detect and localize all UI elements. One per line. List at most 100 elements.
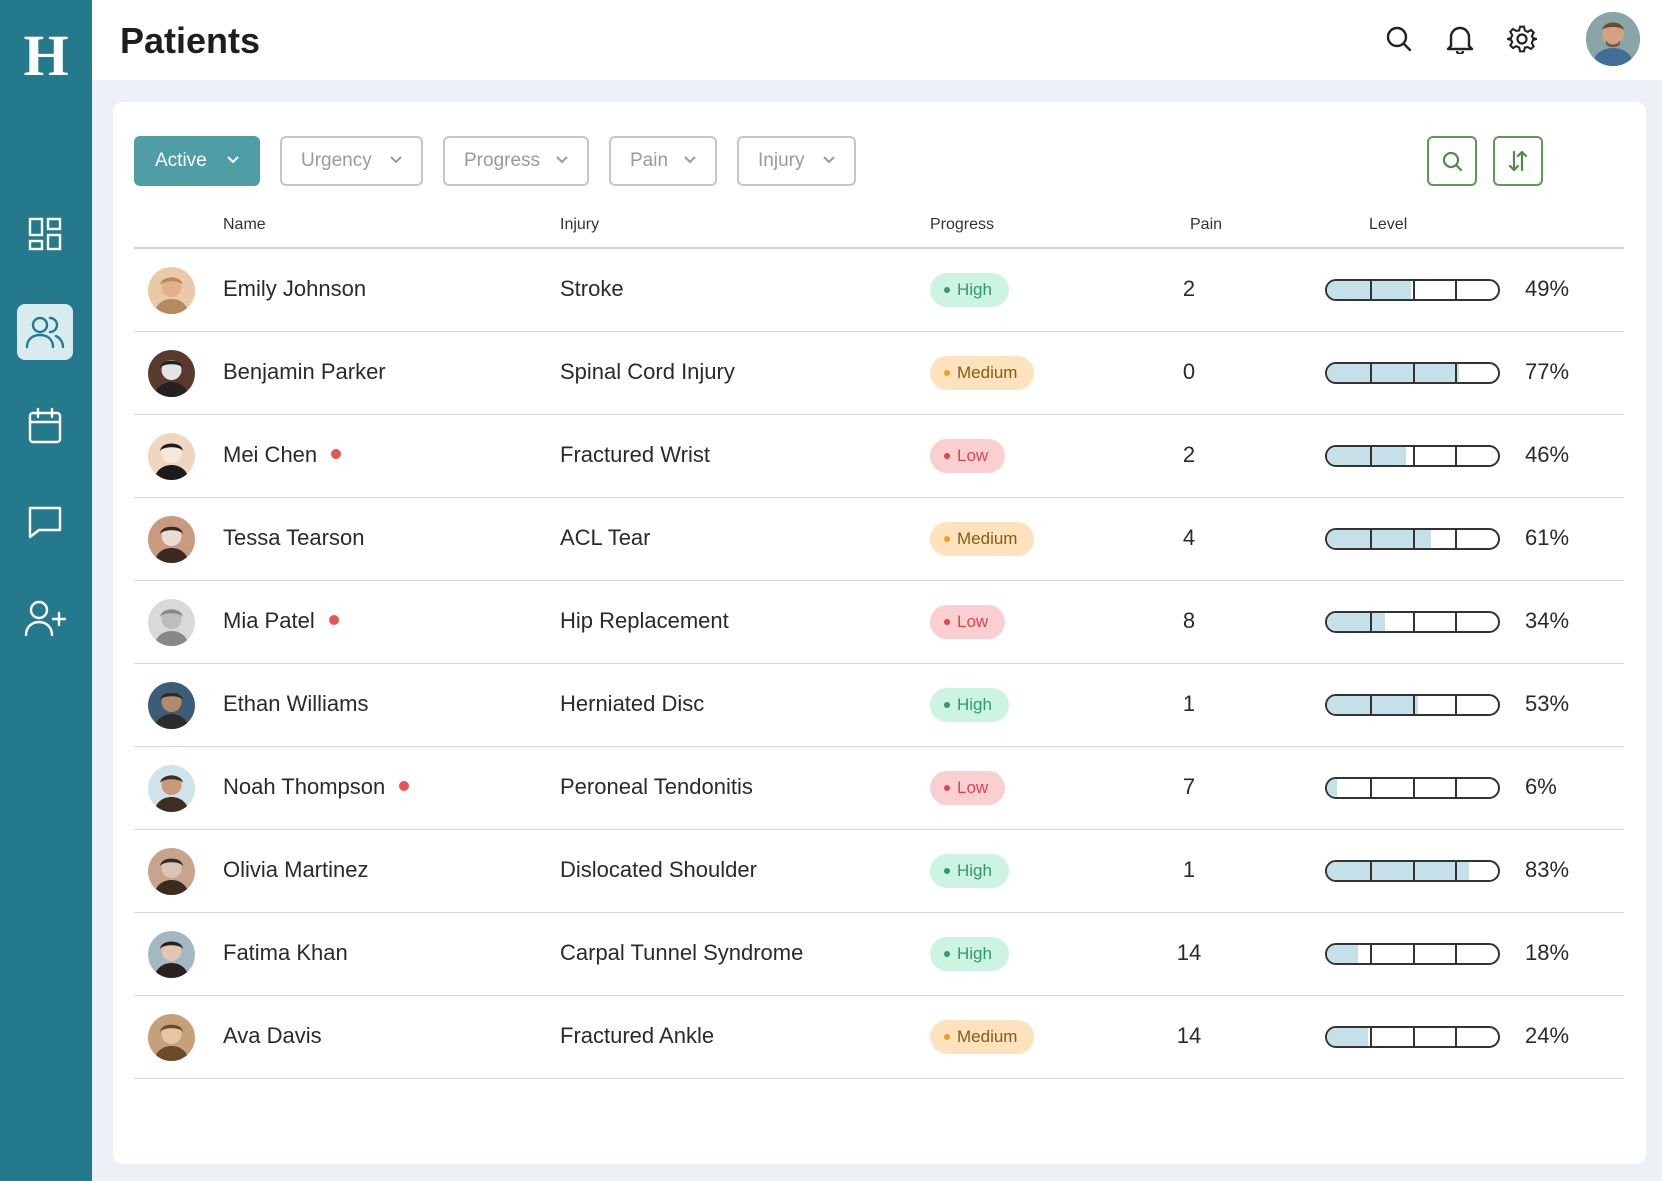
search-button[interactable]	[1382, 22, 1416, 56]
table-row[interactable]: Noah Thompson Peroneal Tendonitis Low 7 …	[134, 747, 1624, 830]
level-segment-divider	[1369, 945, 1372, 963]
level-progress-bar	[1325, 362, 1500, 384]
sidebar-item-messages[interactable]	[17, 494, 73, 550]
level-progress-fill	[1327, 364, 1459, 382]
level-segment-divider	[1412, 945, 1415, 963]
patient-name[interactable]: Fatima Khan	[223, 940, 348, 966]
patient-name[interactable]: Noah Thompson	[223, 774, 410, 800]
progress-badge: High	[930, 854, 1009, 888]
filter-urgency-label: Urgency	[301, 150, 372, 171]
sidebar-item-calendar[interactable]	[17, 398, 73, 454]
level-percentage: 53%	[1525, 691, 1570, 716]
progress-badge: Medium	[930, 1020, 1035, 1054]
sidebar-item-patients[interactable]	[17, 304, 73, 360]
level-progress-bar	[1325, 1026, 1500, 1048]
filter-pain-label: Pain	[630, 150, 669, 171]
level-progress-fill	[1327, 779, 1338, 797]
level-percentage: 34%	[1525, 608, 1570, 633]
patient-injury: Fractured Ankle	[560, 1023, 715, 1048]
table-row[interactable]: Emily Johnson Stroke High 2 49%	[134, 249, 1624, 332]
level-percentage: 83%	[1525, 857, 1570, 882]
app-logo[interactable]: H	[18, 26, 74, 86]
progress-badge: Medium	[930, 522, 1035, 556]
table-row[interactable]: Ava Davis Fractured Ankle Medium 14 24%	[134, 996, 1624, 1079]
alert-dot	[328, 615, 339, 626]
table-row[interactable]: Mia Patel Hip Replacement Low 8 34%	[134, 581, 1624, 664]
patient-name[interactable]: Mei Chen	[223, 442, 342, 468]
patient-injury: Fractured Wrist	[560, 442, 710, 467]
patient-name[interactable]: Emily Johnson	[223, 276, 366, 302]
chevron-down-icon	[390, 156, 402, 164]
level-progress-fill	[1327, 613, 1386, 631]
table-row[interactable]: Fatima Khan Carpal Tunnel Syndrome High …	[134, 913, 1624, 996]
patient-name[interactable]: Olivia Martinez	[223, 857, 368, 883]
patient-name[interactable]: Tessa Tearson	[223, 525, 364, 551]
patient-injury: Hip Replacement	[560, 608, 729, 633]
sidebar-item-dashboard[interactable]	[17, 206, 73, 262]
table-row[interactable]: Mei Chen Fractured Wrist Low 2 46%	[134, 415, 1624, 498]
filter-progress[interactable]: Progress	[443, 136, 589, 186]
patient-avatar	[148, 682, 195, 729]
avatar-image	[148, 848, 195, 895]
patient-avatar	[148, 1014, 195, 1061]
settings-button[interactable]	[1505, 22, 1539, 56]
level-segment-divider	[1455, 281, 1458, 299]
column-header-injury[interactable]: Injury	[560, 216, 599, 234]
level-segment-divider	[1369, 862, 1372, 880]
patient-avatar	[148, 350, 195, 397]
level-segment-divider	[1369, 530, 1372, 548]
table-row[interactable]: Ethan Williams Herniated Disc High 1 53%	[134, 664, 1624, 747]
filter-injury[interactable]: Injury	[737, 136, 856, 186]
sidebar-item-add-patient[interactable]	[17, 590, 73, 646]
filter-active-label: Active	[155, 150, 207, 171]
filter-urgency[interactable]: Urgency	[280, 136, 423, 186]
gear-icon	[1507, 25, 1537, 53]
level-segment-divider	[1412, 447, 1415, 465]
level-progress-fill	[1327, 530, 1432, 548]
table-search-button[interactable]	[1427, 136, 1477, 186]
patient-name[interactable]: Ethan Williams	[223, 691, 368, 717]
column-header-pain[interactable]: Pain	[1190, 216, 1222, 234]
patient-avatar	[148, 433, 195, 480]
column-header-level[interactable]: Level	[1369, 216, 1407, 234]
message-icon	[28, 506, 62, 539]
search-icon	[1442, 151, 1463, 172]
level-percentage: 6%	[1525, 774, 1557, 799]
patient-injury: Spinal Cord Injury	[560, 359, 735, 384]
filter-injury-label: Injury	[758, 150, 805, 171]
pain-value: 8	[1182, 608, 1196, 633]
level-segment-divider	[1455, 945, 1458, 963]
dashboard-icon	[28, 217, 62, 251]
avatar-image	[1586, 12, 1640, 66]
calendar-icon	[28, 407, 62, 444]
level-progress-bar	[1325, 445, 1500, 467]
search-icon	[1386, 26, 1412, 52]
level-percentage: 18%	[1525, 940, 1570, 965]
chevron-down-icon	[684, 156, 696, 164]
avatar-image	[148, 599, 195, 646]
table-row[interactable]: Benjamin Parker Spinal Cord Injury Mediu…	[134, 332, 1624, 415]
level-progress-bar	[1325, 943, 1500, 965]
notifications-button[interactable]	[1443, 22, 1477, 56]
level-progress-bar	[1325, 279, 1500, 301]
alert-dot	[399, 781, 410, 792]
filter-active[interactable]: Active	[134, 136, 260, 186]
avatar-image	[148, 1014, 195, 1061]
patient-injury: Carpal Tunnel Syndrome	[560, 940, 804, 965]
alert-dot	[331, 449, 342, 460]
level-segment-divider	[1412, 1028, 1415, 1046]
level-segment-divider	[1455, 613, 1458, 631]
level-segment-divider	[1455, 364, 1458, 382]
patient-name[interactable]: Mia Patel	[223, 608, 339, 634]
filter-pain[interactable]: Pain	[609, 136, 717, 186]
column-header-name[interactable]: Name	[223, 216, 266, 234]
table-row[interactable]: Olivia Martinez Dislocated Shoulder High…	[134, 830, 1624, 913]
level-progress-fill	[1327, 945, 1358, 963]
table-row[interactable]: Tessa Tearson ACL Tear Medium 4 61%	[134, 498, 1624, 581]
patient-name[interactable]: Ava Davis	[223, 1023, 322, 1049]
user-avatar[interactable]	[1586, 12, 1640, 66]
sort-button[interactable]	[1493, 136, 1543, 186]
column-header-progress[interactable]: Progress	[930, 216, 994, 234]
bell-icon	[1446, 26, 1474, 54]
patient-name[interactable]: Benjamin Parker	[223, 359, 386, 385]
